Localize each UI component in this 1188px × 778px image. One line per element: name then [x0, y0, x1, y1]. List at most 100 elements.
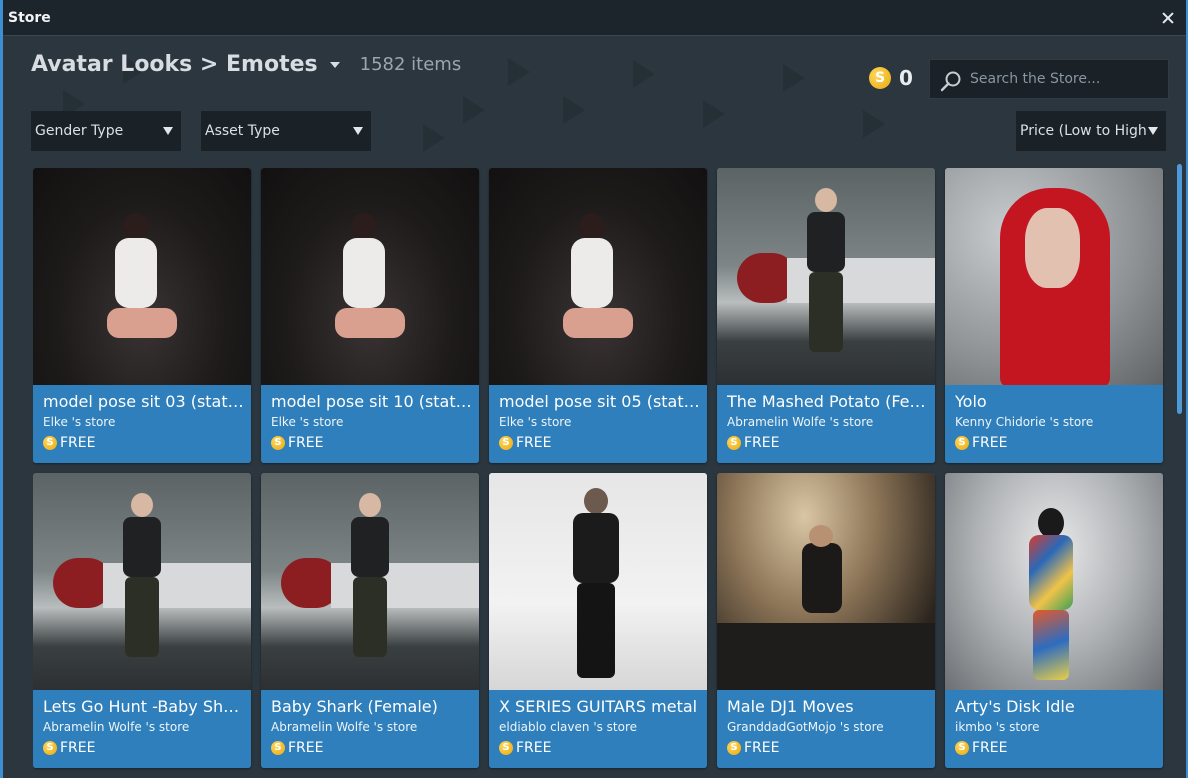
- search-box[interactable]: [929, 59, 1169, 99]
- product-thumbnail[interactable]: [717, 473, 935, 690]
- search-icon: [940, 71, 961, 92]
- product-thumbnail[interactable]: [945, 473, 1163, 690]
- avatar-figure: [107, 308, 177, 338]
- product-card[interactable]: The Mashed Potato (Female) Abramelin Wolf…: [717, 168, 935, 463]
- background-decoration: [563, 96, 585, 124]
- breadcrumb: Avatar Looks > Emotes 1582 items: [31, 52, 461, 77]
- asset-type-dropdown[interactable]: Asset Type: [201, 111, 371, 151]
- price-label: FREE: [516, 740, 552, 756]
- avatar-figure: [359, 493, 381, 517]
- product-store[interactable]: Abramelin Wolfe 's store: [727, 415, 930, 429]
- sort-label: Price (Low to High: [1020, 123, 1147, 139]
- price-label: FREE: [60, 435, 96, 451]
- product-card[interactable]: model pose sit 05 (static) Elke 's store S…: [489, 168, 707, 463]
- price-label: FREE: [972, 740, 1008, 756]
- avatar-figure: [584, 488, 608, 514]
- product-card[interactable]: Lets Go Hunt -Baby Shark Abramelin Wolfe …: [33, 473, 251, 768]
- product-store[interactable]: Abramelin Wolfe 's store: [271, 720, 474, 734]
- product-info: model pose sit 10 (static) Elke 's store S…: [261, 385, 479, 463]
- product-card[interactable]: model pose sit 03 (static) Elke 's store S…: [33, 168, 251, 463]
- product-info: Baby Shark (Female) Abramelin Wolfe 's st…: [261, 690, 479, 768]
- gender-type-label: Gender Type: [35, 123, 124, 139]
- avatar-figure: [353, 577, 387, 657]
- product-card[interactable]: Male DJ1 Moves GranddadGotMojo 's store S F…: [717, 473, 935, 768]
- product-name[interactable]: X SERIES GUITARS metal: [499, 697, 702, 716]
- product-store[interactable]: GranddadGotMojo 's store: [727, 720, 930, 734]
- product-thumbnail[interactable]: [261, 473, 479, 690]
- product-name[interactable]: Male DJ1 Moves: [727, 697, 930, 716]
- product-card[interactable]: Yolo Kenny Chidorie 's store S FREE: [945, 168, 1163, 463]
- currency-balance: S 0: [869, 66, 913, 90]
- dropdown-arrow-icon: [163, 127, 173, 135]
- avatar-figure: [123, 517, 161, 577]
- product-card[interactable]: model pose sit 10 (static) Elke 's store S…: [261, 168, 479, 463]
- coin-icon: S: [955, 436, 969, 450]
- product-thumbnail[interactable]: [33, 168, 251, 385]
- item-count: 1582 items: [359, 54, 462, 75]
- background-decoration: [783, 64, 805, 92]
- coin-icon: S: [727, 436, 741, 450]
- category-breadcrumb[interactable]: Avatar Looks > Emotes: [31, 52, 318, 77]
- product-thumbnail[interactable]: [489, 168, 707, 385]
- search-input[interactable]: [970, 60, 1165, 98]
- avatar-figure: [335, 308, 405, 338]
- product-price: S FREE: [727, 740, 779, 756]
- scrollbar-thumb[interactable]: [1177, 164, 1182, 414]
- price-label: FREE: [744, 740, 780, 756]
- avatar-figure: [802, 543, 842, 613]
- scrollbar[interactable]: [1174, 160, 1184, 778]
- product-thumbnail[interactable]: [33, 473, 251, 690]
- product-name[interactable]: The Mashed Potato (Female): [727, 392, 930, 411]
- product-info: Male DJ1 Moves GranddadGotMojo 's store S F…: [717, 690, 935, 768]
- avatar-figure: [815, 188, 837, 212]
- product-name[interactable]: Lets Go Hunt -Baby Shark: [43, 697, 246, 716]
- product-name[interactable]: model pose sit 03 (static): [43, 392, 246, 411]
- avatar-figure: [809, 525, 833, 547]
- product-store[interactable]: ikmbo 's store: [955, 720, 1158, 734]
- balance-amount: 0: [899, 66, 913, 90]
- product-store[interactable]: Elke 's store: [43, 415, 246, 429]
- chevron-down-icon[interactable]: [329, 61, 340, 68]
- product-grid: model pose sit 03 (static) Elke 's store S…: [33, 168, 1165, 778]
- sort-dropdown[interactable]: Price (Low to High: [1016, 111, 1166, 151]
- product-card[interactable]: Arty's Disk Idle ikmbo 's store S FREE: [945, 473, 1163, 768]
- product-price: S FREE: [499, 435, 551, 451]
- price-label: FREE: [60, 740, 96, 756]
- background-decoration: [463, 96, 485, 124]
- avatar-figure: [343, 238, 385, 308]
- product-store[interactable]: Elke 's store: [499, 415, 702, 429]
- gender-type-dropdown[interactable]: Gender Type: [31, 111, 181, 151]
- product-name[interactable]: Yolo: [955, 392, 1158, 411]
- avatar-figure: [115, 238, 157, 308]
- product-price: S FREE: [727, 435, 779, 451]
- coin-icon: S: [499, 436, 513, 450]
- product-store[interactable]: Abramelin Wolfe 's store: [43, 720, 246, 734]
- product-price: S FREE: [955, 435, 1007, 451]
- dropdown-arrow-icon: [1148, 127, 1158, 135]
- background-decoration: [508, 58, 530, 86]
- product-card[interactable]: X SERIES GUITARS metal eldiablo claven 's…: [489, 473, 707, 768]
- close-icon[interactable]: [1158, 8, 1178, 28]
- avatar-figure: [809, 272, 843, 352]
- product-thumbnail[interactable]: [261, 168, 479, 385]
- product-thumbnail[interactable]: [945, 168, 1163, 385]
- avatar-figure: [717, 623, 935, 690]
- avatar-figure: [573, 513, 619, 583]
- product-price: S FREE: [43, 740, 95, 756]
- product-info: Lets Go Hunt -Baby Shark Abramelin Wolfe …: [33, 690, 251, 768]
- price-label: FREE: [744, 435, 780, 451]
- product-name[interactable]: Baby Shark (Female): [271, 697, 474, 716]
- product-name[interactable]: model pose sit 05 (static): [499, 392, 702, 411]
- product-card[interactable]: Baby Shark (Female) Abramelin Wolfe 's st…: [261, 473, 479, 768]
- product-store[interactable]: Elke 's store: [271, 415, 474, 429]
- product-name[interactable]: Arty's Disk Idle: [955, 697, 1158, 716]
- avatar-figure: [807, 212, 845, 272]
- coin-icon: S: [271, 741, 285, 755]
- product-info: X SERIES GUITARS metal eldiablo claven 's…: [489, 690, 707, 768]
- coin-icon: S: [271, 436, 285, 450]
- product-store[interactable]: eldiablo claven 's store: [499, 720, 702, 734]
- product-store[interactable]: Kenny Chidorie 's store: [955, 415, 1158, 429]
- product-name[interactable]: model pose sit 10 (static): [271, 392, 474, 411]
- product-thumbnail[interactable]: [717, 168, 935, 385]
- product-thumbnail[interactable]: [489, 473, 707, 690]
